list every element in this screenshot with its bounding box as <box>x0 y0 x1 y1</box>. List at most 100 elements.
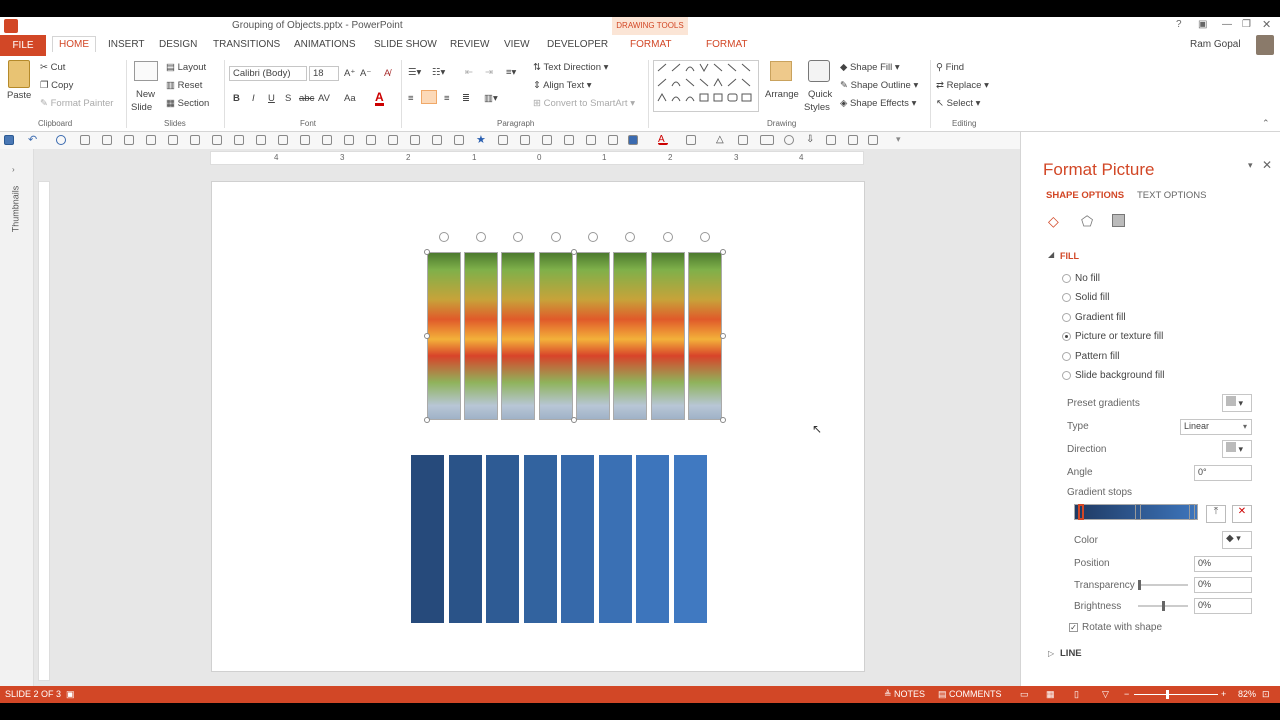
tab-file[interactable]: FILE <box>0 35 46 56</box>
toolbar-icon[interactable] <box>454 135 464 145</box>
picture-strip[interactable] <box>539 252 573 420</box>
quick-styles-label-1[interactable]: Quick <box>808 89 832 100</box>
blue-rectangle[interactable] <box>636 455 669 623</box>
blue-rectangle[interactable] <box>599 455 632 623</box>
quick-styles-label-2[interactable]: Styles <box>804 102 830 113</box>
arrange-icon[interactable] <box>770 61 792 81</box>
slide-background-fill-label[interactable]: Slide background fill <box>1075 370 1165 381</box>
picture-strip[interactable] <box>464 252 498 420</box>
toolbar-icon[interactable] <box>344 135 354 145</box>
radio-gradient-fill[interactable] <box>1062 313 1071 322</box>
picture-strip[interactable] <box>651 252 685 420</box>
reset-button[interactable]: ▥ Reset <box>166 80 202 91</box>
toolbar-icon[interactable] <box>366 135 376 145</box>
paste-button[interactable]: Paste <box>7 90 31 101</box>
chevron-down-icon[interactable]: ▾ <box>1243 422 1247 431</box>
reading-view-icon[interactable]: ▯ <box>1074 689 1079 700</box>
resize-handle[interactable] <box>571 249 577 255</box>
zoom-out-icon[interactable]: − <box>1124 689 1129 699</box>
tab-view[interactable]: VIEW <box>504 39 530 50</box>
toolbar-icon[interactable] <box>256 135 266 145</box>
picture-strip[interactable] <box>501 252 535 420</box>
rotate-handle[interactable] <box>476 232 486 242</box>
tab-home[interactable]: HOME <box>52 36 96 52</box>
toolbar-icon[interactable] <box>432 135 442 145</box>
section-button[interactable]: ▦ Section <box>166 98 209 109</box>
toolbar-icon[interactable] <box>542 135 552 145</box>
align-icon[interactable] <box>628 135 638 145</box>
toolbar-icon[interactable] <box>80 135 90 145</box>
position-input[interactable]: 0% <box>1194 556 1252 572</box>
ribbon-display-icon[interactable]: ▣ <box>1198 19 1207 30</box>
arrow-down-icon[interactable]: ⇩ <box>806 135 816 145</box>
shape-outline-button[interactable]: ✎ Shape Outline ▾ <box>840 80 918 91</box>
horizontal-ruler[interactable]: 4 3 2 1 0 1 2 3 4 <box>210 151 864 165</box>
decrease-indent-icon[interactable]: ⇤ <box>465 67 473 78</box>
justify-icon[interactable]: ≣ <box>462 93 470 104</box>
character-spacing-button[interactable]: AV <box>318 93 330 104</box>
toolbar-icon[interactable] <box>686 135 696 145</box>
rotate-handle[interactable] <box>551 232 561 242</box>
format-painter-button[interactable]: ✎ Format Painter <box>40 98 113 109</box>
toolbar-icon[interactable] <box>300 135 310 145</box>
align-left-icon[interactable]: ≡ <box>408 93 414 104</box>
slider-thumb[interactable] <box>1162 601 1165 611</box>
slide-sorter-icon[interactable]: ▦ <box>1046 689 1055 700</box>
zoom-slider[interactable] <box>1134 690 1218 699</box>
select-button[interactable]: ↖ Select ▾ <box>936 98 980 109</box>
blue-rectangle[interactable] <box>674 455 707 623</box>
tab-developer[interactable]: DEVELOPER <box>547 39 608 50</box>
font-name-combo[interactable]: Calibri (Body) <box>229 66 307 81</box>
resize-handle[interactable] <box>424 333 430 339</box>
brightness-input[interactable]: 0% <box>1194 598 1252 614</box>
resize-handle[interactable] <box>424 417 430 423</box>
size-properties-icon[interactable] <box>1112 214 1125 227</box>
resize-handle[interactable] <box>571 417 577 423</box>
effects-pentagon-icon[interactable]: ⬠ <box>1081 213 1093 230</box>
replace-button[interactable]: ⇄ Replace ▾ <box>936 80 989 91</box>
expand-thumbnails-icon[interactable]: › <box>12 165 15 174</box>
resize-handle[interactable] <box>720 417 726 423</box>
gradient-fill-label[interactable]: Gradient fill <box>1075 312 1126 323</box>
blue-rectangle[interactable] <box>449 455 482 623</box>
quick-styles-icon[interactable] <box>808 60 830 82</box>
cut-button[interactable]: ✂ Cut <box>40 62 65 73</box>
picture-strip[interactable] <box>427 252 461 420</box>
resize-handle[interactable] <box>424 249 430 255</box>
triangle-icon[interactable]: △ <box>716 135 726 145</box>
copy-button[interactable]: ❐ Copy <box>40 80 73 91</box>
zoom-level[interactable]: 82% <box>1238 689 1256 699</box>
gradient-stops-bar[interactable] <box>1074 504 1198 520</box>
toolbar-icon[interactable] <box>520 135 530 145</box>
close-window-icon[interactable]: ✕ <box>1262 18 1271 31</box>
tab-slide-show[interactable]: SLIDE SHOW <box>374 39 437 50</box>
panel-options-icon[interactable]: ▾ <box>1248 160 1253 171</box>
align-text-button[interactable]: ⇕ Align Text ▾ <box>533 80 592 91</box>
rotate-with-shape-checkbox[interactable]: ✓ <box>1069 623 1078 632</box>
toolbar-icon[interactable] <box>608 135 618 145</box>
tab-design[interactable]: DESIGN <box>159 39 197 50</box>
columns-icon[interactable]: ▥▾ <box>484 93 498 104</box>
font-color-button[interactable]: A <box>375 91 384 106</box>
font-size-combo[interactable]: 18 <box>309 66 339 81</box>
rotate-with-shape-label[interactable]: Rotate with shape <box>1082 622 1162 633</box>
direction-dropdown[interactable]: ▾ <box>1222 440 1252 458</box>
shape-effects-button[interactable]: ◈ Shape Effects ▾ <box>840 98 916 109</box>
italic-button[interactable]: I <box>252 93 255 104</box>
brightness-slider[interactable] <box>1138 601 1188 611</box>
blue-rectangle[interactable] <box>524 455 557 623</box>
layout-button[interactable]: ▤ Layout <box>166 62 206 73</box>
vertical-ruler[interactable] <box>38 181 50 681</box>
radio-no-fill[interactable] <box>1062 274 1071 283</box>
zoom-slider-thumb[interactable] <box>1166 690 1169 699</box>
type-dropdown[interactable]: Linear <box>1180 419 1252 435</box>
shapes-gallery[interactable] <box>653 60 759 112</box>
panel-close-icon[interactable]: ✕ <box>1262 158 1272 172</box>
blue-rectangle[interactable] <box>561 455 594 623</box>
tab-transitions[interactable]: TRANSITIONS <box>213 39 280 50</box>
new-slide-icon[interactable] <box>134 61 158 81</box>
toolbar-icon[interactable] <box>234 135 244 145</box>
picture-strip[interactable] <box>613 252 647 420</box>
strikethrough-button[interactable]: abc <box>299 93 314 104</box>
rotate-handle[interactable] <box>663 232 673 242</box>
